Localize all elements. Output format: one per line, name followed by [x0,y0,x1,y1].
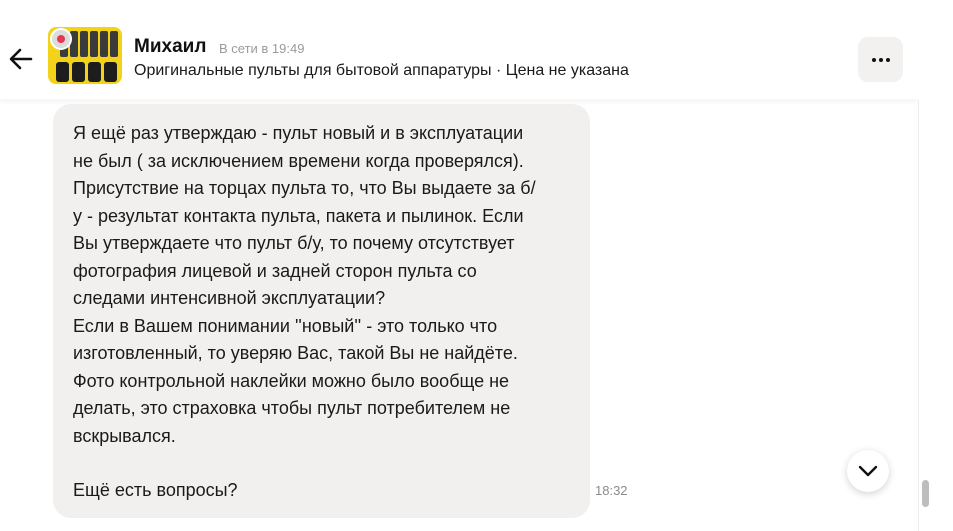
ad-title-link[interactable]: Оригинальные пульты для бытовой аппарату… [134,62,629,80]
scrollbar-track [918,100,919,531]
message-bubble: Я ещё раз утверждаю - пульт новый и в эк… [53,104,590,518]
scrollbar[interactable] [918,0,953,531]
chat-area: Михаил В сети в 19:49 Оригинальные пульт… [0,0,918,531]
chevron-down-icon [858,465,878,477]
ad-thumbnail[interactable] [48,27,122,84]
scrollbar-thumb[interactable] [922,480,929,507]
arrow-left-icon [9,48,33,70]
scroll-to-bottom-button[interactable] [847,450,889,492]
message-text-question: Ещё есть вопросы? [73,480,238,500]
seller-badge-icon [50,28,72,50]
message-time: 18:32 [595,483,628,498]
more-horizontal-icon [871,57,890,62]
online-status: В сети в 19:49 [219,41,305,56]
contact-name[interactable]: Михаил [134,36,206,58]
message-text: Я ещё раз утверждаю - пульт новый и в эк… [73,123,536,446]
more-options-button[interactable] [858,37,903,82]
chat-header: Михаил В сети в 19:49 Оригинальные пульт… [0,0,918,99]
back-button[interactable] [6,44,36,74]
